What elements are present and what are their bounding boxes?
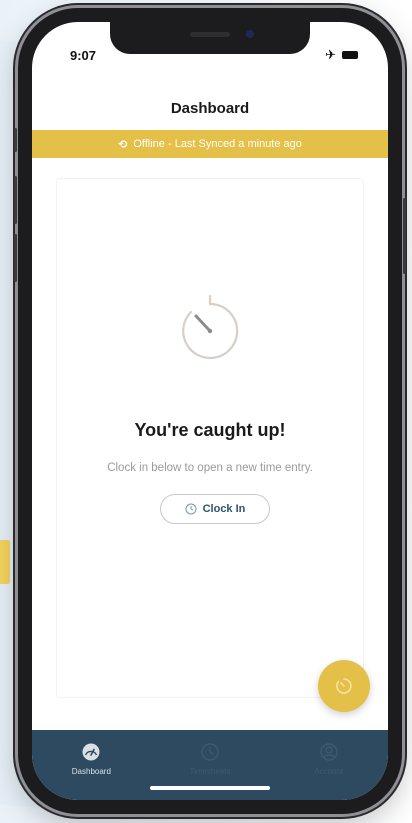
home-indicator[interactable] xyxy=(150,786,270,790)
clock-in-fab-icon xyxy=(336,678,352,694)
tab-dashboard[interactable]: Dashboard xyxy=(32,730,151,800)
tab-dashboard-label: Dashboard xyxy=(71,767,111,776)
timer-icon xyxy=(182,294,239,360)
tab-timesheets-label: Timesheets xyxy=(189,767,231,776)
empty-state-subtitle: Clock in below to open a new time entry. xyxy=(107,462,313,474)
phone-frame: 9:07 ✈ Dashboard ⟲ Offline - Last Synced… xyxy=(14,8,406,814)
sync-icon: ⟲ xyxy=(118,138,128,151)
clock-icon xyxy=(185,503,197,515)
status-icons: ✈ xyxy=(325,48,358,61)
clock-in-label: Clock In xyxy=(202,503,246,515)
power-button xyxy=(403,198,406,274)
page-title: Dashboard xyxy=(170,100,250,117)
app-screen: 9:07 ✈ Dashboard ⟲ Offline - Last Synced… xyxy=(32,22,388,800)
clock-icon xyxy=(201,743,219,761)
account-icon xyxy=(319,743,338,761)
battery-icon xyxy=(342,50,358,59)
status-time: 9:07 xyxy=(70,48,97,63)
tab-account[interactable]: Account xyxy=(269,730,388,800)
front-camera xyxy=(246,30,254,38)
tab-account-label: Account xyxy=(314,767,344,776)
dashboard-icon xyxy=(82,743,100,761)
volume-up-button xyxy=(14,176,17,224)
clock-in-fab[interactable] xyxy=(318,660,370,712)
airplane-mode-icon: ✈ xyxy=(325,47,336,62)
clock-in-button[interactable]: Clock In xyxy=(160,494,270,524)
mute-switch xyxy=(14,128,17,152)
offline-banner-text: Offline - Last Synced a minute ago xyxy=(133,138,302,150)
empty-state-title: You're caught up! xyxy=(134,420,286,440)
side-accent-bar xyxy=(0,540,10,584)
volume-down-button xyxy=(14,234,17,282)
speaker xyxy=(190,32,230,37)
offline-banner: ⟲ Offline - Last Synced a minute ago xyxy=(32,130,388,158)
notch xyxy=(110,22,310,54)
